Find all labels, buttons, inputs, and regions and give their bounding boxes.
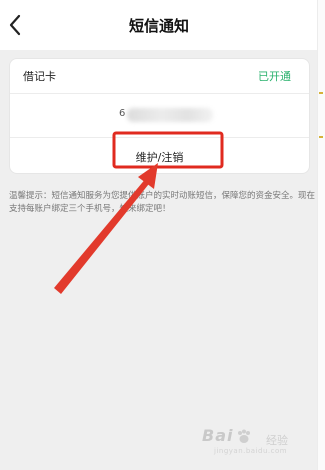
edge-marker: [319, 136, 323, 138]
edge-marker: [319, 92, 323, 94]
card-type-label: 借记卡: [23, 70, 56, 83]
sms-notification-screen: 短信通知 借记卡 已开通 6 维护/注销 温馨提示：短信通知服务为您提供账户的实…: [0, 0, 318, 470]
baidu-watermark: Bai 经验 jingyan.baidu.com: [202, 426, 310, 460]
maintain-cancel-button[interactable]: 维护/注销: [10, 138, 309, 174]
debit-card-panel: 借记卡 已开通 6 维护/注销: [9, 58, 310, 174]
maintain-cancel-label: 维护/注销: [135, 151, 184, 164]
watermark-sub: 经验: [266, 434, 288, 447]
card-header-row: 借记卡 已开通: [10, 59, 309, 94]
bound-phone-prefix: 6: [119, 108, 126, 119]
watermark-logo: Bai: [202, 426, 234, 445]
watermark-url: jingyan.baidu.com: [214, 447, 288, 455]
tip-text: 温馨提示：短信通知服务为您提供账户的实时动账短信，保障您的资金安全。现在支持每账…: [9, 191, 316, 214]
top-navigation-bar: 短信通知: [0, 0, 318, 50]
right-edge-strip: [317, 0, 325, 470]
redacted-phone-number: [127, 108, 213, 122]
page-title: 短信通知: [128, 17, 189, 35]
paw-icon: [238, 429, 250, 443]
card-status-badge: 已开通: [258, 70, 291, 83]
bound-phone-row: 6: [10, 94, 309, 138]
